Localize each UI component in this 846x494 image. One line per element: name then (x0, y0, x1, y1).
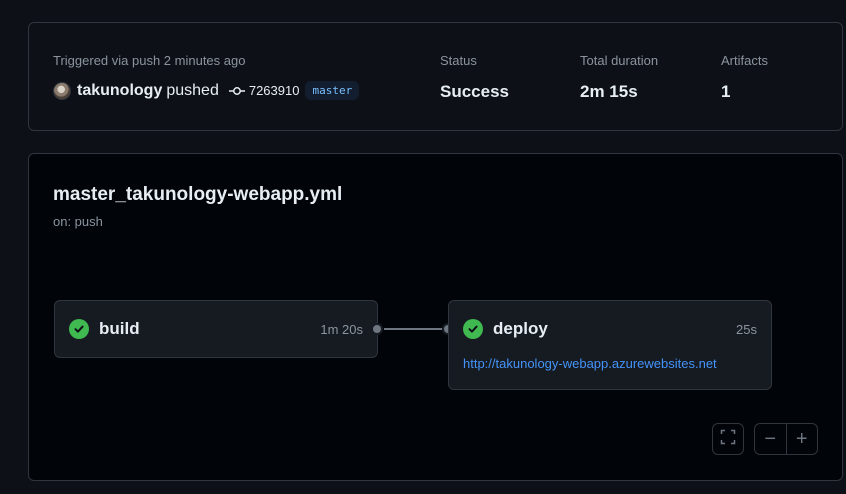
artifacts-count-link[interactable]: 1 (721, 82, 730, 102)
workflow-graph-card: master_takunology-webapp.yml on: push bu… (28, 153, 843, 481)
job-build[interactable]: build 1m 20s (54, 300, 378, 358)
fullscreen-icon (720, 429, 736, 450)
job-duration: 1m 20s (320, 321, 363, 337)
zoom-out-button[interactable]: − (755, 424, 787, 454)
deploy-url-link[interactable]: http://takunology-webapp.azurewebsites.n… (463, 356, 757, 371)
trigger-text: Triggered via push 2 minutes ago (53, 53, 246, 68)
workflow-file-name: master_takunology-webapp.yml (53, 184, 343, 205)
check-circle-icon (69, 319, 89, 339)
actor-name-link[interactable]: takunology (77, 82, 162, 100)
git-commit-icon (228, 86, 245, 96)
job-duration: 25s (736, 321, 757, 337)
duration-value: 2m 15s (580, 82, 638, 101)
run-summary-card: Triggered via push 2 minutes ago takunol… (28, 22, 843, 131)
avatar[interactable] (53, 81, 71, 100)
minus-icon: − (764, 428, 777, 450)
duration-label: Total duration (580, 53, 659, 68)
status-value: Success (440, 82, 509, 101)
build-output-port (371, 323, 383, 335)
zoom-in-button[interactable]: + (787, 424, 818, 454)
job-connector (384, 328, 442, 330)
status-label: Status (440, 53, 477, 68)
workflow-trigger: on: push (53, 214, 103, 229)
artifacts-label: Artifacts (721, 53, 768, 68)
branch-badge[interactable]: master (305, 81, 360, 100)
zoom-controls: − + (754, 423, 818, 455)
job-deploy[interactable]: deploy 25s http://takunology-webapp.azur… (448, 300, 772, 390)
check-circle-icon (463, 319, 483, 339)
plus-icon: + (795, 428, 808, 450)
fullscreen-button[interactable] (712, 423, 744, 455)
job-name: build (99, 319, 140, 338)
job-name: deploy (493, 319, 548, 338)
actor-line: takunology pushed 7263910 master (53, 81, 360, 100)
actor-action: pushed (166, 81, 219, 99)
commit-sha-link[interactable]: 7263910 (249, 83, 300, 98)
